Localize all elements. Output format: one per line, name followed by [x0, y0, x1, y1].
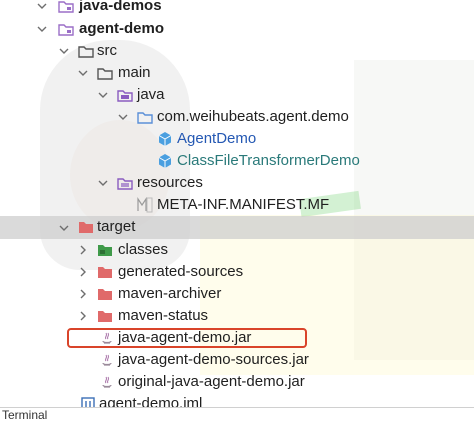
chevron-down-icon[interactable] — [97, 84, 109, 106]
classes-folder-icon — [98, 245, 112, 256]
terminal-tab-label: Terminal — [2, 408, 48, 422]
tree-item-agentdemo[interactable]: AgentDemo — [0, 128, 474, 150]
chevron-down-icon[interactable] — [117, 106, 129, 128]
tree-item-label: META-INF.MANIFEST.MF — [157, 196, 330, 213]
excluded-folder-icon — [98, 311, 112, 322]
chevron-down-icon[interactable] — [58, 40, 70, 62]
tree-item-manifest[interactable]: META-INF.MANIFEST.MF — [0, 194, 474, 216]
excluded-folder-icon — [79, 222, 93, 233]
tree-item-label: java-agent-demo-sources.jar — [118, 351, 309, 368]
tree-item-label: main — [118, 64, 151, 81]
source-root-icon — [117, 90, 133, 102]
chevron-right-icon[interactable] — [77, 261, 89, 283]
module-folder-icon — [58, 1, 74, 13]
tree-item-label: maven-archiver — [118, 285, 222, 302]
resources-folder-icon — [117, 178, 133, 190]
chevron-down-icon[interactable] — [36, 0, 48, 17]
tree-item-src[interactable]: src — [0, 40, 474, 62]
tree-item-original-java-agent-demo-jar[interactable]: original-java-agent-demo.jar — [0, 371, 474, 393]
terminal-tab[interactable]: Terminal — [0, 407, 474, 422]
tree-item-java[interactable]: java — [0, 84, 474, 106]
tree-item-maven-status[interactable]: maven-status — [0, 305, 474, 327]
excluded-folder-icon — [98, 289, 112, 300]
tree-item-label: com.weihubeats.agent.demo — [157, 108, 349, 125]
chevron-right-icon[interactable] — [77, 283, 89, 305]
folder-icon — [97, 68, 113, 80]
chevron-right-icon[interactable] — [77, 239, 89, 261]
tree-item-resources[interactable]: resources — [0, 172, 474, 194]
tree-item-label: classes — [118, 241, 169, 258]
tree-item-classfiletransformerdemo[interactable]: ClassFileTransformerDemo — [0, 150, 474, 172]
manifest-file-icon — [137, 197, 153, 213]
chevron-down-icon[interactable] — [58, 217, 70, 239]
module-folder-icon — [58, 24, 74, 36]
tree-item-main[interactable]: main — [0, 62, 474, 84]
tree-item-java-demos[interactable]: java-demos — [0, 0, 474, 17]
tree-item-label: AgentDemo — [177, 130, 257, 147]
tree-item-label: java — [137, 86, 165, 103]
chevron-down-icon[interactable] — [97, 172, 109, 194]
tree-item-label: agent-demo — [79, 20, 165, 37]
tree-item-label: java-demos — [79, 0, 162, 14]
tree-item-label: src — [97, 42, 117, 59]
jar-file-icon — [102, 376, 112, 388]
tree-item-label: original-java-agent-demo.jar — [118, 373, 305, 390]
chevron-down-icon[interactable] — [77, 62, 89, 84]
excluded-folder-icon — [98, 267, 112, 278]
highlight-annotation-box — [67, 328, 307, 348]
tree-item-maven-archiver[interactable]: maven-archiver — [0, 283, 474, 305]
tree-item-label: ClassFileTransformerDemo — [177, 152, 360, 169]
tree-item-label: resources — [137, 174, 203, 191]
tree-item-target[interactable]: target — [0, 216, 474, 239]
tree-item-agent-demo[interactable]: agent-demo — [0, 18, 474, 40]
java-class-icon — [158, 132, 172, 146]
jar-file-icon — [102, 354, 112, 366]
java-class-icon — [158, 154, 172, 168]
tree-item-generated-sources[interactable]: generated-sources — [0, 261, 474, 283]
tree-item-label: target — [97, 218, 136, 235]
chevron-right-icon[interactable] — [77, 305, 89, 327]
package-icon — [137, 112, 153, 124]
chevron-down-icon[interactable] — [36, 18, 48, 40]
tree-item-classes[interactable]: classes — [0, 239, 474, 261]
tree-item-label: maven-status — [118, 307, 209, 324]
source-folder-icon — [78, 46, 94, 58]
tree-item-label: generated-sources — [118, 263, 244, 280]
tree-item-java-agent-demo-sources-jar[interactable]: java-agent-demo-sources.jar — [0, 349, 474, 371]
tree-item-package[interactable]: com.weihubeats.agent.demo — [0, 106, 474, 128]
